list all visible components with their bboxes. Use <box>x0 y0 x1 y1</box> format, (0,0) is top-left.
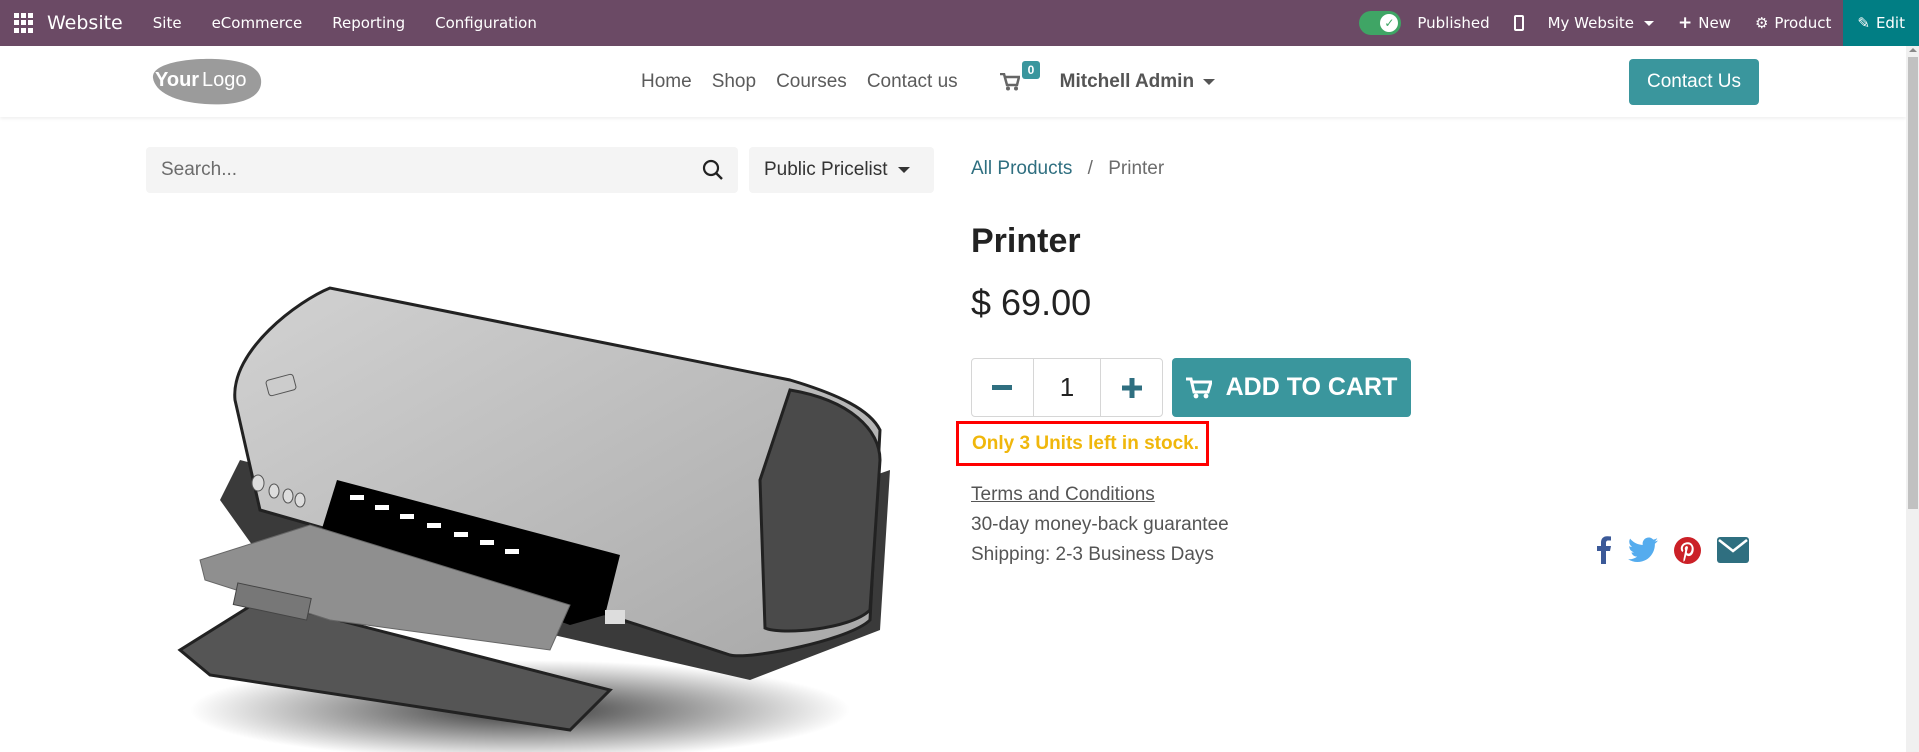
topbar-right: ✓ Published My Website + New ⚙ Product ✎… <box>1359 0 1919 46</box>
guarantee-text: 30-day money-back guarantee <box>971 514 1229 535</box>
stock-warning: Only 3 Units left in stock. <box>956 421 1209 466</box>
plus-icon: + <box>1677 13 1693 33</box>
product-title: Printer <box>971 222 1081 260</box>
gear-icon: ⚙ <box>1754 14 1769 32</box>
email-icon[interactable] <box>1717 537 1749 563</box>
terms-link[interactable]: Terms and Conditions <box>971 480 1229 510</box>
product-label: Product <box>1774 14 1832 32</box>
menu-site[interactable]: Site <box>153 14 182 32</box>
app-brand[interactable]: Website <box>47 12 123 34</box>
check-icon: ✓ <box>1380 14 1399 32</box>
apps-menu-icon[interactable] <box>14 13 34 33</box>
pencil-icon: ✎ <box>1857 14 1870 32</box>
new-button[interactable]: + New <box>1678 13 1731 33</box>
menu-ecommerce[interactable]: eCommerce <box>212 14 303 32</box>
product-image <box>177 286 890 752</box>
increase-quantity-button[interactable] <box>1101 359 1162 416</box>
breadcrumb-current: Printer <box>1108 158 1165 179</box>
cart-count-badge: 0 <box>1021 60 1041 79</box>
product-button[interactable]: ⚙ Product <box>1755 14 1831 32</box>
nav-shop[interactable]: Shop <box>712 71 756 93</box>
scroll-up-arrow-icon[interactable] <box>1909 48 1917 52</box>
page-scrollbar[interactable] <box>1906 46 1919 752</box>
nav-home[interactable]: Home <box>641 71 692 93</box>
cart-icon <box>999 72 1020 90</box>
quantity-input[interactable]: 1 <box>1032 359 1102 416</box>
logo[interactable]: Your Logo <box>145 56 265 106</box>
caret-down-icon <box>897 167 910 173</box>
minus-icon <box>992 385 1013 390</box>
website-label: My Website <box>1547 14 1634 32</box>
search-input[interactable]: Search... <box>146 147 738 193</box>
breadcrumb-separator: / <box>1087 158 1093 179</box>
search-icon[interactable] <box>702 159 724 181</box>
published-label: Published <box>1417 14 1490 32</box>
shipping-text: Shipping: 2-3 Business Days <box>971 544 1214 565</box>
user-name: Mitchell Admin <box>1059 70 1195 92</box>
published-toggle[interactable]: ✓ Published <box>1359 11 1490 35</box>
pricelist-dropdown[interactable]: Public Pricelist <box>749 147 934 193</box>
menu-reporting[interactable]: Reporting <box>332 14 405 32</box>
caret-down-icon <box>1643 20 1654 26</box>
search-placeholder: Search... <box>161 159 238 180</box>
scrollbar-thumb[interactable] <box>1908 57 1918 509</box>
caret-down-icon <box>1203 78 1216 85</box>
nav-courses[interactable]: Courses <box>776 71 847 93</box>
add-to-cart-label: ADD TO CART <box>1225 373 1398 401</box>
breadcrumb-all-products[interactable]: All Products <box>971 158 1072 179</box>
logo-text-bold: Your <box>155 69 199 91</box>
cart-icon <box>1185 377 1212 398</box>
pricelist-label: Public Pricelist <box>764 159 888 180</box>
main-nav: Home Shop Courses Contact us 0 Mitchell … <box>641 46 1216 117</box>
menu-configuration[interactable]: Configuration <box>435 14 537 32</box>
quantity-stepper: 1 <box>971 358 1163 417</box>
plus-icon <box>1121 377 1142 398</box>
admin-topbar: Website Site eCommerce Reporting Configu… <box>0 0 1919 46</box>
contact-us-button[interactable]: Contact Us <box>1629 59 1759 105</box>
decrease-quantity-button[interactable] <box>972 359 1033 416</box>
product-info: Terms and Conditions 30-day money-back g… <box>971 480 1229 570</box>
edit-button[interactable]: ✎ Edit <box>1843 0 1919 46</box>
nav-contact-us[interactable]: Contact us <box>867 71 958 93</box>
new-label: New <box>1698 14 1731 32</box>
product-price: $ 69.00 <box>971 282 1092 323</box>
mobile-preview-icon[interactable] <box>1513 15 1524 31</box>
edit-label: Edit <box>1875 14 1905 32</box>
cart-link[interactable]: 0 <box>999 60 1041 91</box>
toggle-switch[interactable]: ✓ <box>1359 11 1402 35</box>
twitter-icon[interactable] <box>1628 537 1658 563</box>
pinterest-icon[interactable] <box>1674 536 1701 564</box>
facebook-icon[interactable] <box>1596 536 1612 564</box>
social-share <box>1596 536 1749 564</box>
user-menu[interactable]: Mitchell Admin <box>1059 70 1216 93</box>
add-to-cart-button[interactable]: ADD TO CART <box>1172 358 1411 417</box>
site-header: Your Logo Home Shop Courses Contact us 0… <box>0 46 1906 117</box>
website-switcher[interactable]: My Website <box>1548 14 1654 32</box>
breadcrumb: All Products / Printer <box>971 158 1164 180</box>
logo-text: Logo <box>202 69 247 91</box>
